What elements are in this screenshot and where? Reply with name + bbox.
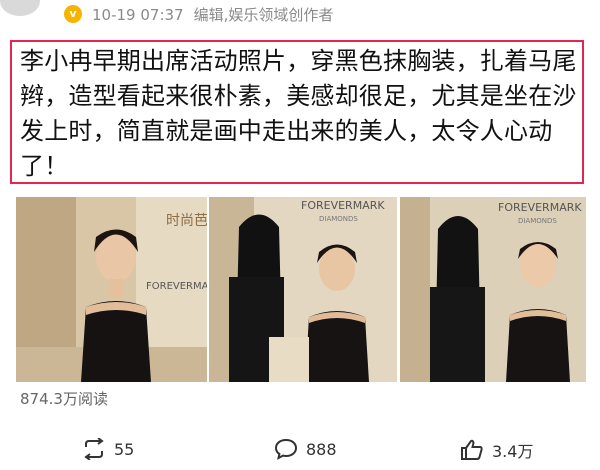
repost-icon [84, 438, 104, 460]
photo-3-sign: FOREVERMARK [498, 201, 582, 214]
post-meta: 10-19 07:37 编辑,娱乐领域创作者 [92, 4, 333, 25]
read-count: 874.3万阅读 [20, 390, 108, 408]
repost-count: 55 [114, 439, 135, 459]
comment-count: 888 [306, 439, 337, 459]
photo-3-sign-sub: DIAMONDS [518, 217, 557, 225]
author-description: 编辑,娱乐领域创作者 [193, 6, 334, 24]
post-photo-2[interactable]: FOREVERMARK DIAMONDS [209, 197, 397, 382]
photo-2-sign: FOREVERMARK [301, 199, 385, 212]
action-bar: 55 888 3.4万 [0, 430, 600, 470]
avatar[interactable] [0, 0, 40, 16]
photo-2-image: FOREVERMARK DIAMONDS [209, 197, 397, 382]
like-button[interactable]: 3.4万 [460, 438, 533, 462]
photo-1-sign: 时尚芭莎 [166, 212, 207, 229]
post-photo-3[interactable]: FOREVERMARK DIAMONDS [400, 197, 586, 382]
post-header: v 10-19 07:37 编辑,娱乐领域创作者 [0, 0, 600, 30]
verified-badge-icon: v [64, 5, 82, 23]
post-timestamp: 10-19 07:37 [92, 6, 184, 24]
comment-icon [274, 438, 298, 460]
post-text: 李小冉早期出席活动照片，穿黑色抹胸装，扎着马尾辫，造型看起来很朴素，美感却很足，… [10, 40, 584, 184]
repost-button[interactable]: 55 [82, 438, 134, 460]
photo-1-sign-sub: FOREVERMARK [146, 281, 207, 292]
photo-2-sign-sub: DIAMONDS [319, 215, 358, 223]
like-icon [461, 439, 483, 460]
post-photo-1[interactable]: 时尚芭莎 FOREVERMARK [16, 197, 207, 382]
photo-3-image: FOREVERMARK DIAMONDS [400, 197, 586, 382]
like-count: 3.4万 [492, 442, 534, 461]
comment-button[interactable]: 888 [274, 438, 337, 460]
photo-1-image: 时尚芭莎 FOREVERMARK [16, 197, 207, 382]
